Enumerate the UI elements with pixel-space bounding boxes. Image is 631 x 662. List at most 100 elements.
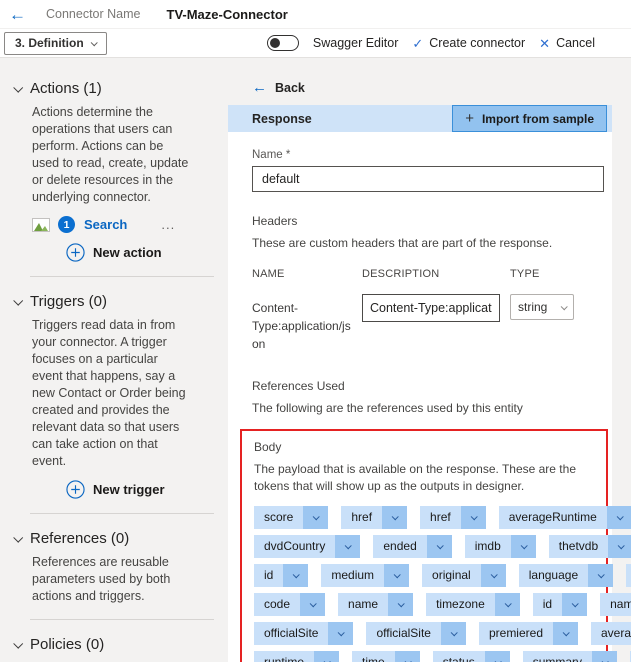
body-token-dropdown[interactable] [426, 534, 452, 558]
chevron-down-icon [404, 658, 412, 662]
divider [30, 513, 214, 514]
body-token-dropdown[interactable] [303, 505, 329, 529]
body-token-dropdown[interactable] [300, 592, 326, 616]
body-token-dropdown[interactable] [388, 592, 414, 616]
chevron-down-icon [13, 532, 24, 543]
body-token-dropdown[interactable] [606, 505, 631, 529]
action-item-label: Search [84, 217, 128, 232]
body-token-chip[interactable]: language [518, 563, 614, 587]
body-token-chip[interactable]: medium [321, 563, 410, 587]
body-token-dropdown[interactable] [384, 563, 410, 587]
body-token-dropdown[interactable] [480, 563, 506, 587]
column-header-name: NAME [252, 268, 285, 280]
response-title: Response [252, 111, 312, 126]
back-link[interactable]: ← Back [228, 58, 612, 105]
chevron-down-icon [436, 542, 444, 550]
body-token-chip[interactable]: premiered [478, 621, 578, 645]
sidebar-section-references[interactable]: References (0) [13, 530, 228, 547]
body-token-dropdown[interactable] [484, 650, 510, 662]
body-token-chip[interactable]: ended [373, 534, 452, 558]
body-token-chip[interactable]: original [422, 563, 506, 587]
body-token-dropdown[interactable] [562, 592, 588, 616]
body-token-dropdown[interactable] [314, 650, 340, 662]
import-from-sample-button[interactable]: + Import from sample [452, 105, 607, 132]
cancel-button[interactable]: ✕ Cancel [539, 36, 595, 50]
body-token-chip[interactable]: href [420, 505, 486, 529]
body-token-dropdown[interactable] [592, 650, 618, 662]
body-token-dropdown[interactable] [382, 505, 408, 529]
chevron-down-icon [520, 542, 528, 550]
action-more-button[interactable]: ... [161, 217, 175, 232]
body-token-row: id medium original language name [254, 563, 631, 587]
column-header-description: DESCRIPTION [362, 268, 440, 280]
body-token-dropdown[interactable] [510, 534, 536, 558]
body-token-chip[interactable]: officialSite [366, 621, 466, 645]
header-description-input[interactable] [362, 294, 500, 322]
body-token-list: score href href averageRuntime dvdCountry end… [254, 505, 631, 662]
body-token-chip[interactable]: time [352, 650, 420, 662]
body-token-chip[interactable]: name [626, 563, 631, 587]
body-token-dropdown[interactable] [588, 563, 614, 587]
body-token-chip[interactable]: name [338, 592, 414, 616]
sidebar-section-actions[interactable]: Actions (1) [13, 80, 228, 97]
chevron-down-icon [504, 600, 512, 608]
body-token-dropdown[interactable] [328, 621, 354, 645]
cancel-label: Cancel [556, 36, 595, 50]
body-token-dropdown[interactable] [394, 650, 420, 662]
body-token-dropdown[interactable] [608, 534, 631, 558]
toggle-knob [269, 38, 280, 48]
body-token-label: id [532, 592, 563, 616]
plus-circle-icon [66, 243, 85, 262]
chevron-down-icon [345, 542, 353, 550]
new-action-button[interactable]: New action [66, 243, 228, 262]
body-token-dropdown[interactable] [553, 621, 578, 645]
body-token-chip[interactable]: timezone [426, 592, 520, 616]
body-token-label: original [422, 563, 481, 587]
action-item-search[interactable]: 1 Search ... [32, 216, 228, 233]
column-header-type: TYPE [510, 268, 540, 280]
body-token-chip[interactable]: summary [522, 650, 618, 662]
headers-title: Headers [252, 214, 298, 228]
body-token-dropdown[interactable] [283, 563, 309, 587]
name-input[interactable] [252, 166, 604, 192]
back-arrow-icon[interactable]: ← [9, 6, 26, 23]
body-token-chip[interactable]: officialSite [254, 621, 354, 645]
references-description: References are reusable parameters used … [32, 555, 171, 603]
body-token-chip[interactable]: id [254, 563, 309, 587]
body-token-chip[interactable]: average [591, 621, 631, 645]
actions-title: Actions (1) [30, 80, 102, 97]
body-token-dropdown[interactable] [494, 592, 520, 616]
body-token-dropdown[interactable] [440, 621, 466, 645]
swagger-editor-toggle[interactable] [266, 35, 299, 51]
body-token-chip[interactable]: runtime [254, 650, 340, 662]
body-token-dropdown[interactable] [335, 534, 361, 558]
body-token-chip[interactable]: id [532, 592, 588, 616]
import-from-sample-label: Import from sample [481, 111, 594, 126]
body-token-chip[interactable]: href [341, 505, 408, 529]
body-token-chip[interactable]: name [600, 592, 631, 616]
new-trigger-button[interactable]: New trigger [66, 480, 228, 499]
type-select-value: string [518, 300, 548, 314]
sidebar-section-triggers[interactable]: Triggers (0) [13, 293, 228, 310]
body-token-chip[interactable]: dvdCountry [254, 534, 361, 558]
body-token-label: officialSite [254, 621, 329, 645]
close-icon: ✕ [539, 35, 551, 51]
body-token-label: language [518, 563, 589, 587]
body-token-chip[interactable]: thetvdb [548, 534, 631, 558]
checkmark-icon: ✓ [412, 35, 424, 51]
body-token-chip[interactable]: status [432, 650, 510, 662]
chevron-down-icon [490, 571, 498, 579]
create-connector-button[interactable]: ✓ Create connector [412, 36, 525, 50]
back-arrow-icon: ← [252, 79, 267, 96]
sidebar-section-policies[interactable]: Policies (0) [13, 636, 228, 653]
body-token-chip[interactable]: averageRuntime [498, 505, 631, 529]
body-token-chip[interactable]: code [254, 592, 326, 616]
body-token-chip[interactable]: imdb [464, 534, 536, 558]
body-token-label: code [254, 592, 301, 616]
definition-step-dropdown[interactable]: 3. Definition [4, 31, 107, 55]
header-type-select[interactable]: string [510, 294, 574, 320]
header-row-content-type: Content-Type:application/json string [252, 294, 612, 353]
body-token-dropdown[interactable] [460, 505, 486, 529]
body-token-chip[interactable]: score [254, 505, 329, 529]
chevron-down-icon [338, 629, 346, 637]
